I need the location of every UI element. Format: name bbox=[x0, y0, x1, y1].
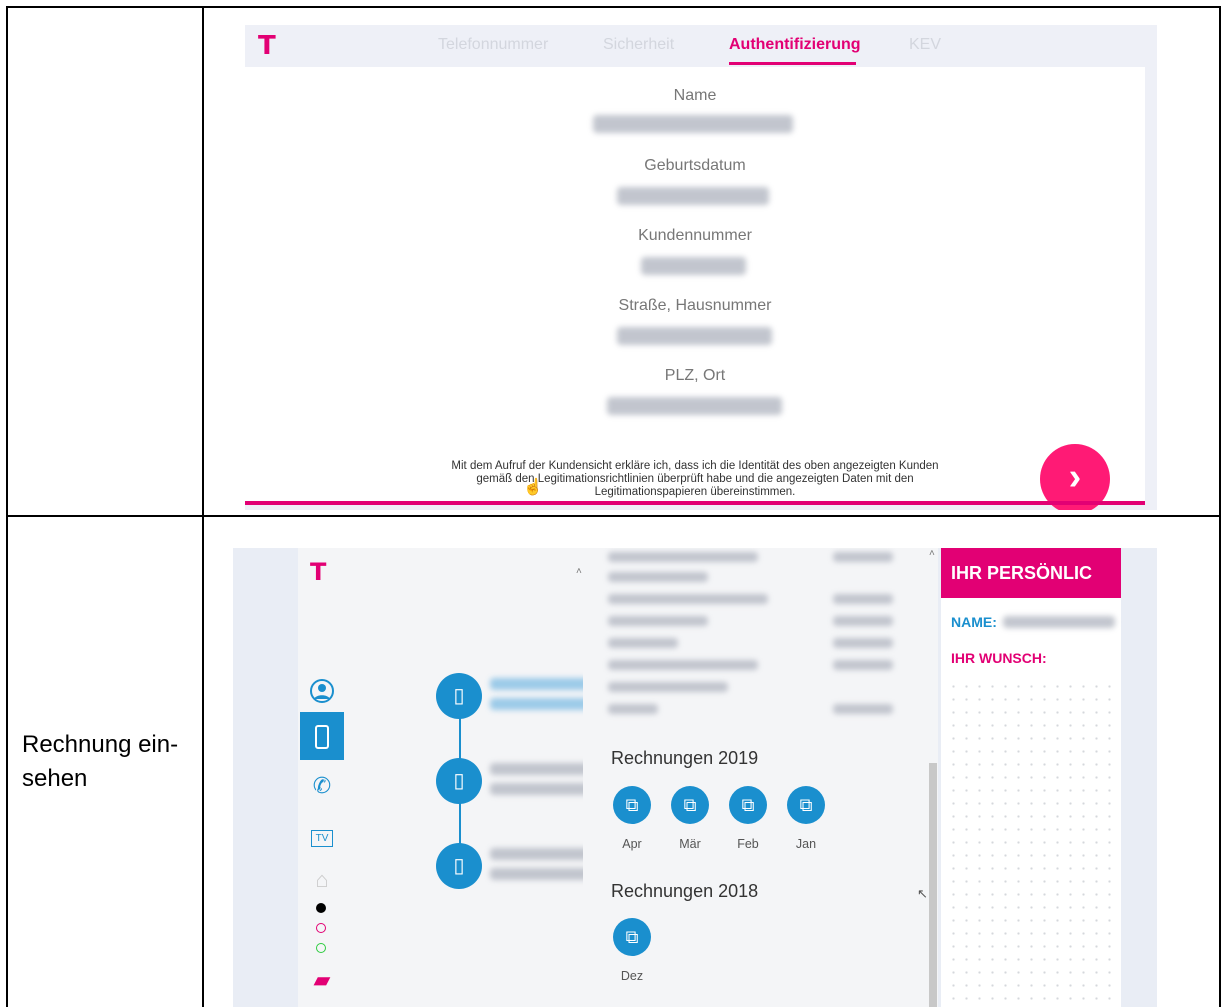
bill-apr-2019[interactable]: ⧉ bbox=[613, 786, 651, 824]
row-label-text: Rechnung ein- sehen bbox=[22, 731, 179, 792]
tab-kev[interactable]: KEV bbox=[909, 36, 941, 54]
billing-screenshot: T ˄ ✆ TV ⌂ ▰ ▯ ▯ ▯ ˄ Rechnungen 2019 ⧉ A… bbox=[233, 548, 1157, 1007]
wish-input-area[interactable] bbox=[947, 680, 1117, 1005]
table-column-divider bbox=[202, 6, 204, 1007]
table-border-left bbox=[6, 6, 8, 1007]
phone-globe-icon[interactable]: ✆ bbox=[300, 764, 344, 808]
table-border-top bbox=[6, 6, 1221, 8]
bill-label-feb: Feb bbox=[737, 837, 759, 851]
personal-panel-header: IHR PERSÖNLIC bbox=[941, 548, 1121, 598]
billing-date-redacted bbox=[833, 638, 893, 648]
status-dot-pink bbox=[316, 923, 326, 933]
contract-node-2[interactable]: ▯ bbox=[436, 758, 482, 804]
table-border-right bbox=[1219, 6, 1221, 1007]
field-value-strasse-redacted bbox=[617, 327, 772, 345]
auth-bottom-bar bbox=[245, 501, 1145, 505]
bill-label-apr: Apr bbox=[622, 837, 642, 851]
telekom-logo: T bbox=[258, 31, 276, 61]
billing-date-redacted bbox=[833, 616, 893, 626]
billing-item-redacted bbox=[608, 572, 708, 582]
field-label-plz-ort: PLZ, Ort bbox=[664, 367, 726, 384]
bill-dez-2018[interactable]: ⧉ bbox=[613, 918, 651, 956]
billing-date-redacted bbox=[833, 594, 893, 604]
field-value-plz-ort-redacted bbox=[607, 397, 782, 415]
billing-item-redacted bbox=[608, 616, 708, 626]
bill-label-maer: Mär bbox=[679, 837, 701, 851]
contract-3-line1-redacted bbox=[490, 848, 590, 860]
field-value-name-redacted bbox=[593, 115, 793, 133]
field-value-kundennummer-redacted bbox=[641, 257, 746, 275]
bill-label-dez: Dez bbox=[620, 969, 644, 983]
field-label-geburtsdatum: Geburtsdatum bbox=[644, 157, 746, 174]
tab-telefonnummer[interactable]: Telefonnummer bbox=[438, 36, 548, 54]
field-value-geburtsdatum-redacted bbox=[617, 187, 769, 205]
user-icon[interactable] bbox=[300, 668, 344, 712]
auth-screenshot: T Telefonnummer Sicherheit Authentifizie… bbox=[245, 25, 1157, 510]
scroll-up-icon[interactable]: ˄ bbox=[929, 548, 935, 559]
bill-feb-2019[interactable]: ⧉ bbox=[729, 786, 767, 824]
field-label-kundennummer: Kundennummer bbox=[638, 227, 752, 244]
billing-item-redacted bbox=[608, 552, 758, 562]
billing-date-redacted bbox=[833, 660, 893, 670]
bill-maer-2019[interactable]: ⧉ bbox=[671, 786, 709, 824]
telekom-logo: T bbox=[310, 558, 327, 586]
hand-cursor-icon: ☝ bbox=[523, 479, 543, 496]
status-dot-green bbox=[316, 943, 326, 953]
chevron-right-icon: › bbox=[1068, 456, 1082, 498]
arrow-cursor-icon: ↖ bbox=[917, 886, 928, 901]
personal-request-panel: IHR PERSÖNLIC NAME: IHR WUNSCH: bbox=[941, 548, 1121, 1007]
row-label-rechnung: Rechnung ein- sehen bbox=[22, 728, 178, 796]
bill-jan-2019[interactable]: ⧉ bbox=[787, 786, 825, 824]
billing-panel: ˄ Rechnungen 2019 ⧉ Apr ⧉ Mär ⧉ Feb ⧉ Ja… bbox=[583, 548, 938, 1007]
field-label-strasse: Straße, Hausnummer bbox=[618, 297, 772, 314]
contract-1-line1-redacted bbox=[490, 678, 590, 690]
tv-icon[interactable]: TV bbox=[300, 812, 344, 856]
rechnungen-2019-title: Rechnungen 2019 bbox=[611, 748, 759, 768]
billing-item-redacted bbox=[608, 660, 758, 670]
mobile-phone-icon[interactable] bbox=[300, 712, 344, 760]
billing-scrollbar[interactable] bbox=[929, 763, 937, 1007]
active-tab-indicator bbox=[729, 62, 856, 65]
auth-topbar bbox=[245, 25, 1157, 67]
name-label: NAME: bbox=[951, 614, 997, 630]
home-icon[interactable]: ⌂ bbox=[300, 858, 344, 902]
field-label-name: Name bbox=[673, 87, 717, 104]
billing-item-redacted bbox=[608, 638, 678, 648]
auth-panel: Name Geburtsdatum Kundennummer Straße, H… bbox=[245, 67, 1145, 510]
tab-authentifizierung[interactable]: Authentifizierung bbox=[729, 36, 861, 54]
billing-item-redacted bbox=[608, 704, 658, 714]
tv-label: TV bbox=[310, 830, 334, 847]
contract-node-1[interactable]: ▯ bbox=[436, 673, 482, 719]
contract-node-3[interactable]: ▯ bbox=[436, 843, 482, 889]
tab-sicherheit[interactable]: Sicherheit bbox=[603, 36, 674, 54]
billing-date-redacted bbox=[833, 704, 893, 714]
bill-label-jan: Jan bbox=[795, 837, 817, 851]
inbox-icon[interactable]: ▰ bbox=[300, 958, 344, 1002]
wunsch-label: IHR WUNSCH: bbox=[951, 650, 1047, 666]
rechnungen-2018-title: Rechnungen 2018 bbox=[611, 881, 759, 901]
name-value-redacted bbox=[1003, 616, 1115, 628]
billing-item-redacted bbox=[608, 682, 728, 692]
table-row-divider bbox=[6, 515, 1221, 517]
contract-nav: T ˄ ✆ TV ⌂ ▰ ▯ ▯ ▯ bbox=[298, 548, 642, 1007]
contract-2-line1-redacted bbox=[490, 763, 590, 775]
billing-date-redacted bbox=[833, 552, 893, 562]
legitimation-disclaimer: Mit dem Aufruf der Kundensicht erkläre i… bbox=[451, 460, 939, 498]
billing-item-redacted bbox=[608, 594, 768, 604]
status-dot-black bbox=[316, 903, 326, 913]
scroll-up-icon[interactable]: ˄ bbox=[576, 566, 582, 577]
